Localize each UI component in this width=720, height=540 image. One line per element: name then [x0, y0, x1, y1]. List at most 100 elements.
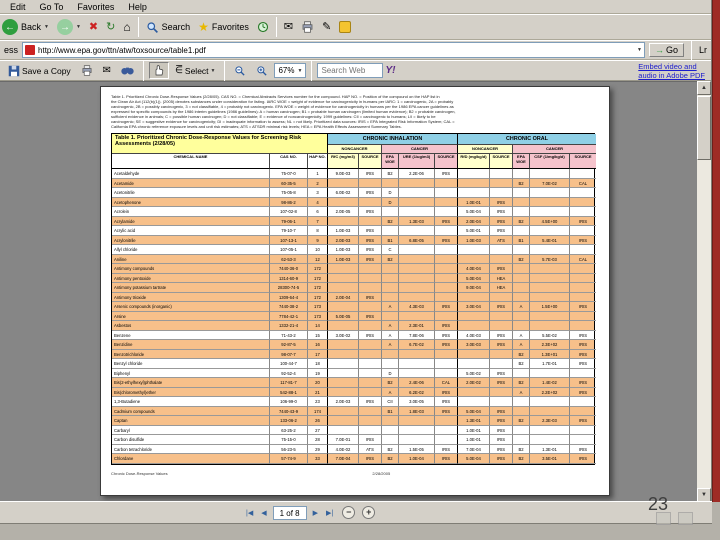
last-page-button[interactable]: ▶|	[324, 508, 335, 518]
cell-csf-source	[570, 198, 596, 207]
cell-rfd	[458, 245, 490, 255]
menu-favorites[interactable]: Favorites	[71, 2, 120, 12]
cell-ure-source: IRIS	[435, 321, 458, 331]
edit-page-button[interactable]: ✎	[318, 20, 335, 35]
first-page-button[interactable]: |◀	[244, 508, 255, 518]
yahoo-icon[interactable]: Y!	[385, 65, 395, 76]
forward-button[interactable]: → ▼	[53, 17, 85, 37]
cell-woe-inhalation: A	[382, 330, 399, 340]
cell-csf-source: CAL	[570, 179, 596, 188]
next-page-button[interactable]: ▶	[311, 508, 320, 518]
scroll-down-button[interactable]: ▼	[697, 488, 711, 502]
cell-woe-oral	[513, 273, 530, 283]
cell-chemical-name: Carbon disulfide	[112, 435, 270, 445]
cell-chemical-name: Cadmium compounds	[112, 406, 270, 416]
back-button[interactable]: ← Back ▼	[2, 17, 53, 37]
messenger-button[interactable]	[335, 19, 355, 35]
zoom-in-round-button[interactable]: +	[362, 506, 376, 519]
url-combobox[interactable]: ▼	[22, 42, 645, 58]
select-tool-button[interactable]: ⋶ Select ▼	[171, 63, 219, 78]
cell-rfd-source: IRIS	[490, 226, 513, 236]
links-label[interactable]: Lr	[699, 45, 707, 55]
vertical-scrollbar[interactable]: ▲ ▼	[697, 81, 711, 502]
cell-rfc-source: IRIS	[359, 454, 382, 464]
search-button[interactable]: Search	[142, 19, 195, 36]
cell-rfd-source	[490, 178, 513, 188]
cell-rfd	[458, 349, 490, 359]
cell-csf-source: IRIS	[570, 454, 596, 464]
cell-rfd-source	[490, 321, 513, 331]
menu-edit[interactable]: Edit	[4, 2, 32, 12]
favorites-button[interactable]: ★ Favorites	[194, 20, 253, 35]
cell-rfd-source: IRIS	[490, 330, 513, 340]
cell-ure-source: CAL	[435, 378, 458, 388]
cell-rfc: 1.0E-03	[328, 245, 359, 255]
zoom-in-button[interactable]	[252, 63, 272, 79]
table-row: 1,3-Butadiene 106-99-0 23 2.0E-03 IRIS C…	[112, 397, 596, 407]
hand-tool-button[interactable]	[149, 62, 170, 79]
favorites-label: Favorites	[211, 22, 249, 32]
page-number-box[interactable]: 1 of 8	[272, 505, 307, 520]
go-button[interactable]: → Go	[648, 43, 684, 57]
cell-cas-no: 106-99-0	[270, 397, 308, 407]
cell-rfd: 5.0E-04	[458, 406, 490, 416]
find-button[interactable]	[117, 63, 138, 78]
cell-woe-inhalation: C	[382, 245, 399, 255]
cell-rfd: 2.0E-02	[458, 378, 490, 388]
back-label: Back	[21, 22, 42, 32]
menu-goto[interactable]: Go To	[34, 2, 70, 12]
print-button[interactable]	[297, 19, 318, 35]
zoom-in-icon	[257, 65, 268, 76]
cell-cas-no: 60-35-5	[270, 178, 308, 188]
zoom-out-round-button[interactable]: −	[342, 506, 356, 519]
chevron-down-icon[interactable]: ▼	[637, 47, 642, 53]
refresh-button[interactable]: ↻	[102, 20, 119, 35]
cell-rfd	[458, 359, 490, 369]
home-button[interactable]: ⌂	[119, 20, 134, 35]
cell-csf-source: IRIS	[570, 217, 596, 226]
url-input[interactable]	[38, 45, 635, 55]
history-button[interactable]	[253, 19, 273, 35]
cell-csf-source	[570, 245, 596, 255]
cell-woe-inhalation	[382, 264, 399, 274]
cell-chemical-name: Antimony pentoxide	[112, 273, 270, 283]
cell-ure-source: IRIS	[435, 406, 458, 416]
cell-woe-inhalation: D	[382, 188, 399, 198]
previous-page-button[interactable]: ◀	[259, 508, 268, 518]
email-button[interactable]: ✉	[99, 63, 115, 78]
table-row: Benzotrichloride 98-07-7 17 B2 1.3E+01 I…	[112, 349, 596, 359]
cell-rfd-source	[490, 387, 513, 397]
mail-button[interactable]: ✉	[280, 20, 297, 35]
pdf-viewport[interactable]: Table 1. Prioritized Chronic Dose-Respon…	[0, 81, 698, 502]
cell-chemical-name: Acetamide	[112, 178, 270, 188]
group-chronic-oral: CHRONIC ORAL	[458, 134, 596, 145]
cell-rfc: 3.0E-02	[328, 330, 359, 340]
address-bar: ess ▼ → Go Lr	[0, 40, 711, 60]
save-copy-button[interactable]: Save a Copy	[4, 63, 75, 79]
stop-button[interactable]: ✖	[85, 20, 102, 35]
cell-rfc	[328, 302, 359, 312]
search-web-input[interactable]	[317, 63, 384, 78]
search-icon	[147, 21, 158, 33]
cell-csf	[530, 292, 570, 302]
cell-rfd-source: IRIS	[490, 302, 513, 312]
cell-rfc: 1.0E-03	[328, 254, 359, 264]
cell-cas-no: 7440-36-0	[270, 264, 308, 274]
cell-ure: 1.0E-04	[399, 454, 435, 464]
zoom-level-combobox[interactable]: 67% ▼	[274, 63, 307, 78]
scrollbar-thumb[interactable]	[697, 96, 711, 160]
cell-rfd	[458, 178, 490, 188]
menu-help[interactable]: Help	[122, 2, 153, 12]
zoom-level-value: 67%	[278, 66, 295, 75]
print-button[interactable]	[77, 63, 97, 78]
embed-video-link[interactable]: Embed video and audio in Adobe PDF	[638, 62, 705, 80]
cell-rfd: 5.0E-02	[458, 368, 490, 378]
cell-rfc	[328, 321, 359, 331]
col-hap-no: HAP NO.	[308, 154, 328, 169]
zoom-out-button[interactable]	[230, 63, 250, 79]
cell-csf-source	[570, 274, 596, 283]
scroll-up-button[interactable]: ▲	[697, 81, 711, 95]
cell-hap-no: 23	[308, 397, 328, 407]
cell-woe-oral	[513, 283, 530, 293]
cell-woe-oral	[513, 311, 530, 321]
